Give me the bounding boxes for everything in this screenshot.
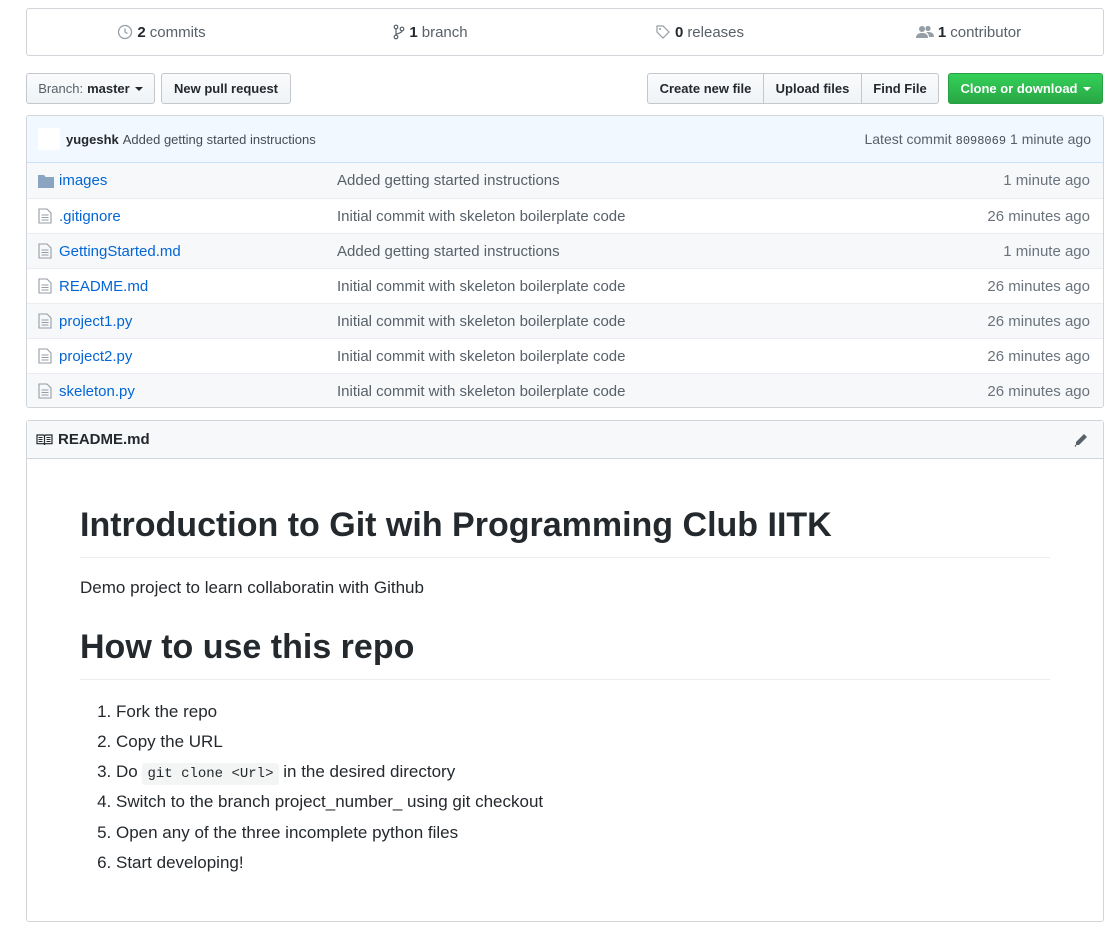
file-row: GettingStarted.md Added getting started … bbox=[27, 233, 1103, 268]
file-name-link[interactable]: images bbox=[59, 172, 337, 189]
file-commit-message[interactable]: Initial commit with skeleton boilerplate… bbox=[337, 383, 943, 400]
step-text: Do bbox=[116, 762, 138, 782]
file-age: 1 minute ago bbox=[1003, 242, 1090, 260]
how-to-heading: How to use this repo bbox=[80, 627, 1050, 680]
commit-sha[interactable]: 8098069 bbox=[956, 134, 1006, 148]
file-icon bbox=[27, 383, 59, 399]
contributors-count: 1 bbox=[937, 23, 947, 41]
caret-down-icon bbox=[1082, 86, 1091, 91]
releases-count: 0 bbox=[674, 23, 684, 41]
file-age: 26 minutes ago bbox=[987, 312, 1090, 330]
file-actions-group: Create new file Upload files Find File bbox=[647, 73, 939, 104]
commits-label: commits bbox=[149, 23, 206, 41]
file-commit-message[interactable]: Initial commit with skeleton boilerplate… bbox=[337, 278, 943, 295]
file-row: skeleton.py Initial commit with skeleton… bbox=[27, 373, 1103, 407]
file-name-link[interactable]: project1.py bbox=[59, 313, 337, 330]
list-item: Copy the URL bbox=[116, 730, 1050, 760]
file-icon bbox=[27, 208, 59, 224]
file-row: project1.py Initial commit with skeleton… bbox=[27, 303, 1103, 338]
clone-or-download-button[interactable]: Clone or download bbox=[948, 73, 1103, 104]
branches-link[interactable]: 1 branch bbox=[296, 9, 565, 55]
file-age: 1 minute ago bbox=[1003, 172, 1090, 189]
commits-count: 2 bbox=[137, 23, 146, 41]
commit-author[interactable]: yugeshk bbox=[66, 132, 119, 147]
contributors-link[interactable]: 1 contributor bbox=[834, 9, 1103, 55]
step-text: in the desired directory bbox=[283, 762, 456, 782]
file-row: images Added getting started instruction… bbox=[27, 163, 1103, 198]
file-name-link[interactable]: GettingStarted.md bbox=[59, 243, 337, 260]
file-commit-message[interactable]: Initial commit with skeleton boilerplate… bbox=[337, 208, 943, 225]
branches-count: 1 bbox=[409, 23, 418, 41]
file-row: project2.py Initial commit with skeleton… bbox=[27, 338, 1103, 373]
releases-label: releases bbox=[687, 23, 745, 41]
file-commit-message[interactable]: Initial commit with skeleton boilerplate… bbox=[337, 313, 943, 330]
avatar[interactable] bbox=[38, 128, 60, 150]
list-item: Start developing! bbox=[116, 851, 1050, 881]
commits-link[interactable]: 2 commits bbox=[27, 9, 296, 55]
file-commit-message[interactable]: Added getting started instructions bbox=[337, 172, 943, 189]
list-item: Switch to the branch project_number_ usi… bbox=[116, 790, 1050, 820]
commit-message[interactable]: Added getting started instructions bbox=[123, 132, 316, 147]
book-icon bbox=[36, 433, 53, 445]
repo-summary: 2 commits 1 branch 0 releases 1 contribu… bbox=[26, 8, 1104, 56]
file-commit-message[interactable]: Initial commit with skeleton boilerplate… bbox=[337, 348, 943, 365]
steps-list: Fork the repo Copy the URL Do git clone … bbox=[80, 700, 1050, 882]
file-age: 26 minutes ago bbox=[987, 382, 1090, 400]
file-table: yugeshk Added getting started instructio… bbox=[26, 115, 1104, 408]
commit-age: 1 minute ago bbox=[1010, 130, 1091, 147]
file-name-link[interactable]: README.md bbox=[59, 278, 337, 295]
latest-commit-bar: yugeshk Added getting started instructio… bbox=[27, 116, 1103, 163]
code-snippet: git clone <Url> bbox=[142, 763, 279, 786]
branches-label: branch bbox=[421, 23, 468, 41]
latest-commit-label: Latest commit bbox=[864, 130, 952, 147]
file-icon bbox=[27, 243, 59, 259]
branch-select-button[interactable]: Branch: master bbox=[26, 73, 155, 104]
file-name-link[interactable]: project2.py bbox=[59, 348, 337, 365]
file-commit-message[interactable]: Added getting started instructions bbox=[337, 243, 943, 260]
file-age: 26 minutes ago bbox=[987, 277, 1090, 295]
file-age: 26 minutes ago bbox=[987, 207, 1090, 225]
readme-title: Introduction to Git wih Programming Club… bbox=[80, 505, 1050, 558]
file-list: images Added getting started instruction… bbox=[27, 163, 1103, 407]
releases-link[interactable]: 0 releases bbox=[565, 9, 834, 55]
readme-header: README.md bbox=[27, 421, 1103, 459]
clone-label: Clone or download bbox=[960, 81, 1078, 96]
tag-icon bbox=[656, 25, 670, 39]
readme-filename[interactable]: README.md bbox=[58, 431, 150, 448]
readme-intro: Demo project to learn collaboratin with … bbox=[80, 577, 424, 597]
readme-box: README.md Introduction to Git wih Progra… bbox=[26, 420, 1104, 922]
branch-icon bbox=[393, 24, 405, 40]
pencil-icon[interactable] bbox=[1073, 432, 1089, 448]
caret-down-icon bbox=[134, 86, 143, 91]
history-icon bbox=[118, 24, 133, 40]
file-icon bbox=[27, 278, 59, 294]
branch-prefix: Branch: bbox=[38, 81, 84, 96]
list-item: Fork the repo bbox=[116, 700, 1050, 730]
file-name-link[interactable]: skeleton.py bbox=[59, 383, 337, 400]
file-age: 26 minutes ago bbox=[987, 347, 1090, 365]
list-item: Do git clone <Url> in the desired direct… bbox=[116, 760, 1050, 790]
file-icon bbox=[27, 313, 59, 329]
file-name-link[interactable]: .gitignore bbox=[59, 208, 337, 225]
people-icon bbox=[915, 25, 934, 38]
create-new-file-button[interactable]: Create new file bbox=[647, 73, 764, 104]
file-row: .gitignore Initial commit with skeleton … bbox=[27, 198, 1103, 233]
find-file-button[interactable]: Find File bbox=[861, 73, 939, 104]
contributors-label: contributor bbox=[950, 23, 1022, 41]
readme-article: Introduction to Git wih Programming Club… bbox=[27, 505, 1103, 881]
upload-files-button[interactable]: Upload files bbox=[763, 73, 862, 104]
list-item: Open any of the three incomplete python … bbox=[116, 821, 1050, 851]
file-row: README.md Initial commit with skeleton b… bbox=[27, 268, 1103, 303]
new-pull-request-button[interactable]: New pull request bbox=[161, 73, 291, 104]
folder-icon bbox=[27, 174, 59, 188]
branch-name: master bbox=[87, 81, 130, 96]
latest-commit-info: Latest commit 8098069 1 minute ago bbox=[864, 131, 1091, 148]
file-icon bbox=[27, 348, 59, 364]
